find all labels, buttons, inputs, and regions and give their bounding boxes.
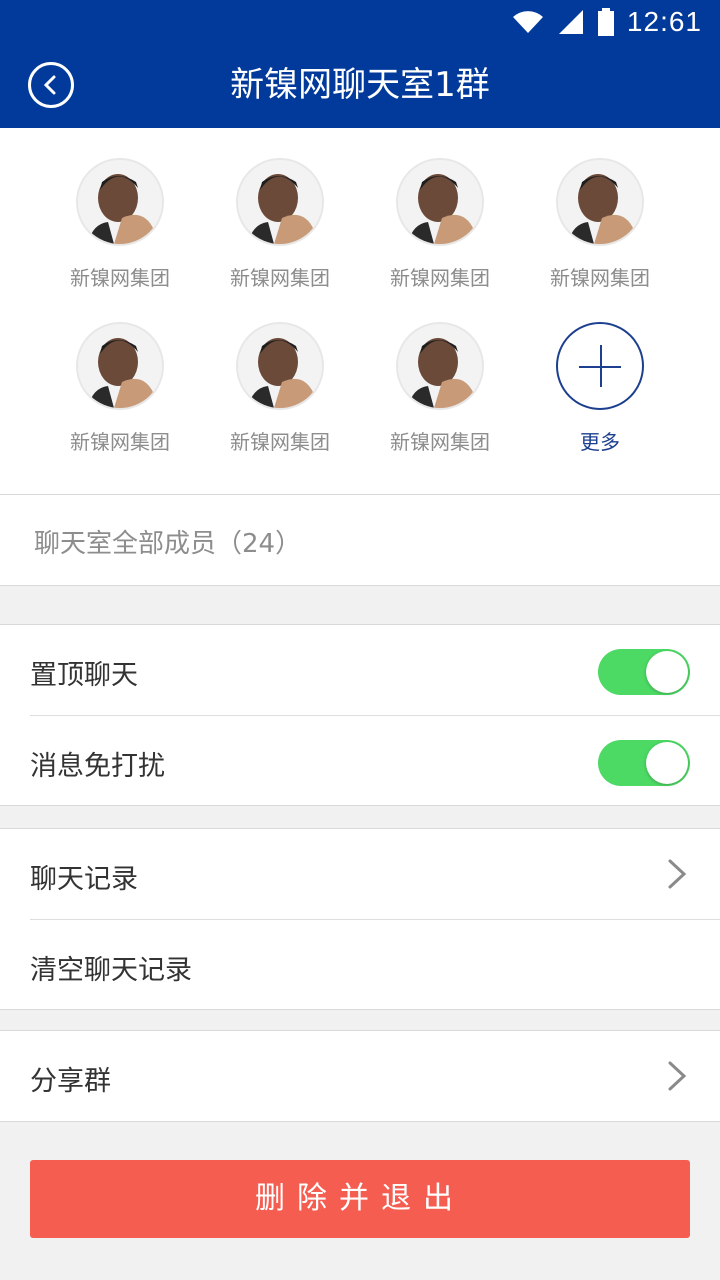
page-title: 新镍网聊天室1群	[230, 65, 490, 105]
signal-icon	[558, 10, 583, 34]
pin-chat-toggle[interactable]	[598, 649, 690, 695]
share-group-label: 分享群	[30, 1066, 111, 1097]
pin-chat-label: 置顶聊天	[30, 660, 138, 691]
member-name: 新镍网集团	[390, 430, 490, 454]
member-name: 新镍网集团	[230, 430, 330, 454]
header-bar: 12:61 新镍网聊天室1群	[0, 0, 720, 128]
mute-row: 消息免打扰	[30, 715, 720, 805]
more-label: 更多	[580, 430, 620, 454]
share-group-row[interactable]: 分享群	[0, 1031, 720, 1121]
member-item[interactable]: 新镍网集团	[35, 158, 205, 291]
clear-history-label: 清空聊天记录	[30, 955, 192, 986]
avatar	[236, 158, 324, 246]
all-members-row[interactable]: 聊天室全部成员（24）	[0, 494, 720, 586]
pin-chat-row: 置顶聊天	[0, 625, 720, 715]
person-icon	[78, 324, 162, 408]
avatar	[76, 322, 164, 410]
avatar	[396, 158, 484, 246]
avatar	[396, 322, 484, 410]
clear-history-row[interactable]: 清空聊天记录	[30, 919, 720, 1009]
toggle-knob	[646, 651, 688, 693]
member-name: 新镍网集团	[550, 266, 650, 290]
member-item[interactable]: 新镍网集团	[195, 158, 365, 291]
member-item[interactable]: 新镍网集团	[35, 322, 205, 455]
member-name: 新镍网集团	[70, 266, 170, 290]
wifi-icon	[512, 11, 543, 33]
delete-and-exit-button[interactable]: 删除并退出	[30, 1160, 690, 1238]
member-name: 新镍网集团	[390, 266, 490, 290]
status-bar: 12:61	[511, 4, 702, 40]
chevron-right-icon	[668, 1061, 687, 1091]
mute-toggle[interactable]	[598, 740, 690, 786]
member-item[interactable]: 新镍网集团	[515, 158, 685, 291]
avatar	[556, 158, 644, 246]
mute-label: 消息免打扰	[30, 751, 165, 782]
member-name: 新镍网集团	[70, 430, 170, 454]
person-icon	[78, 160, 162, 244]
member-name: 新镍网集团	[230, 266, 330, 290]
chat-history-label: 聊天记录	[30, 864, 138, 895]
person-icon	[398, 324, 482, 408]
status-time: 12:61	[626, 6, 702, 37]
person-icon	[238, 324, 322, 408]
share-group: 分享群	[0, 1030, 720, 1122]
chat-toggle-group: 置顶聊天 消息免打扰	[0, 624, 720, 806]
battery-icon	[597, 8, 614, 36]
plus-icon	[556, 322, 644, 410]
member-item[interactable]: 新镍网集团	[355, 322, 525, 455]
toggle-knob	[646, 742, 688, 784]
chat-history-row[interactable]: 聊天记录	[0, 829, 720, 919]
person-icon	[398, 160, 482, 244]
more-members-button[interactable]: 更多	[515, 322, 685, 455]
avatar	[76, 158, 164, 246]
member-grid: 新镍网集团 新镍网集团 新镍网集团 新镍网集团 新镍网集团 新镍网集团 新镍网集…	[0, 128, 720, 494]
member-item[interactable]: 新镍网集团	[195, 322, 365, 455]
avatar	[236, 322, 324, 410]
all-members-label: 聊天室全部成员（24）	[34, 529, 302, 559]
history-group: 聊天记录 清空聊天记录	[0, 828, 720, 1010]
chevron-right-icon	[668, 859, 687, 889]
person-icon	[558, 160, 642, 244]
member-item[interactable]: 新镍网集团	[355, 158, 525, 291]
person-icon	[238, 160, 322, 244]
